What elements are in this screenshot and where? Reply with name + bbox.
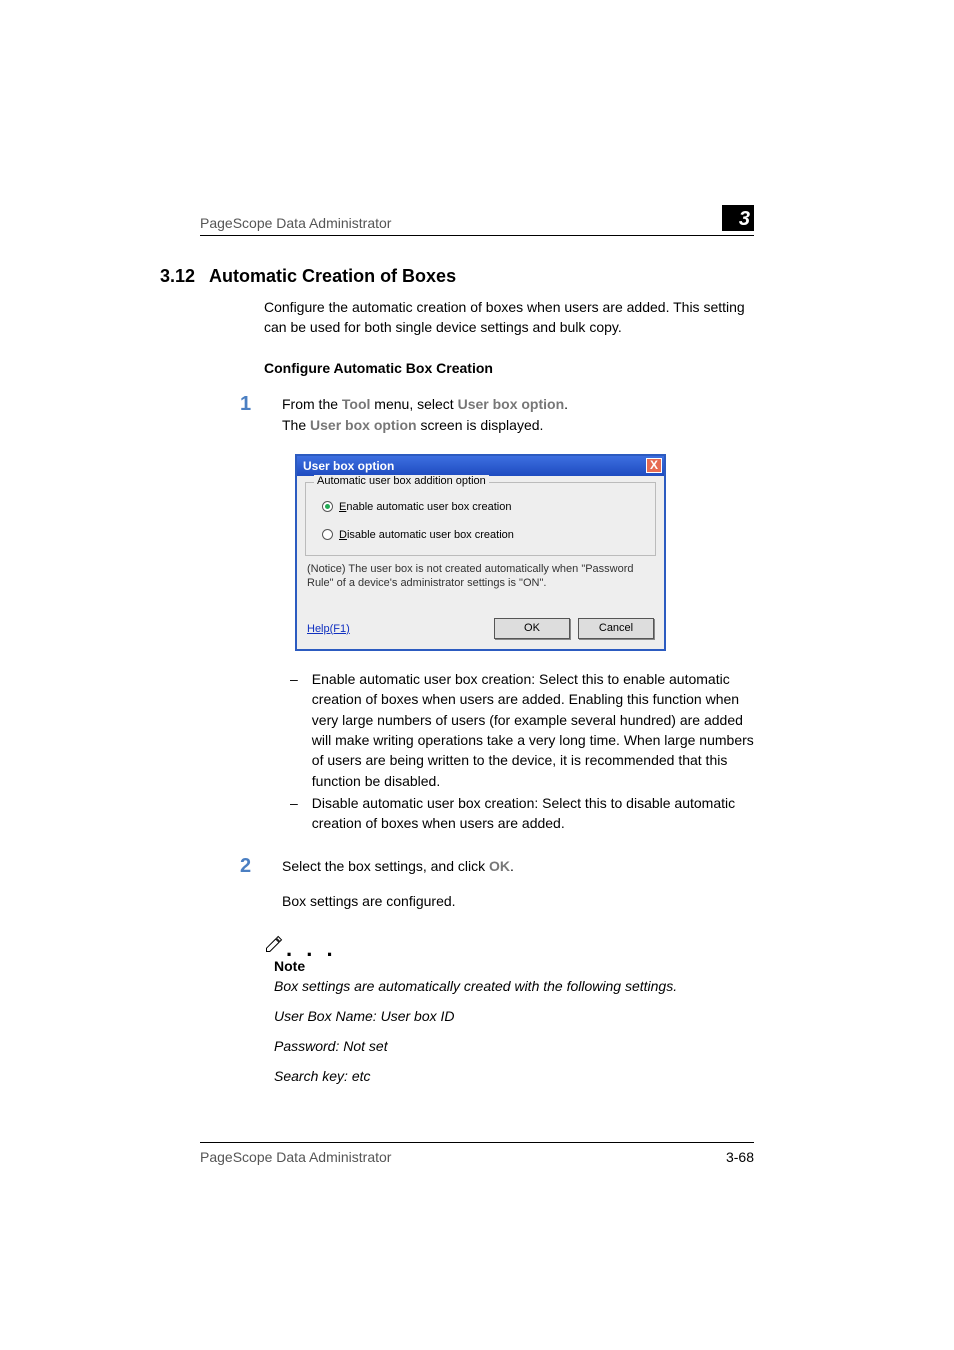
screen-name-user-box-option: User box option	[310, 417, 417, 433]
section-heading: 3.12 Automatic Creation of Boxes	[160, 266, 754, 287]
menu-name-tool: Tool	[342, 396, 371, 412]
note-line-3: Password: Not set	[274, 1038, 754, 1054]
user-box-option-dialog: User box option X Automatic user box add…	[295, 454, 666, 652]
radio-label: Enable automatic user box creation	[339, 501, 511, 513]
dialog-footer: Help(F1) OK Cancel	[305, 618, 656, 641]
step-1-body: From the Tool menu, select User box opti…	[282, 394, 754, 436]
text-fragment: The	[282, 417, 310, 433]
note-dots: . . .	[286, 944, 337, 954]
page-footer: PageScope Data Administrator 3-68	[200, 1142, 754, 1165]
footer-title: PageScope Data Administrator	[200, 1149, 391, 1165]
radio-label: Disable automatic user box creation	[339, 529, 514, 541]
text-fragment: nable automatic user box creation	[346, 501, 511, 513]
bullet-text: Enable automatic user box creation: Sele…	[312, 669, 754, 791]
section-number: 3.12	[160, 266, 195, 287]
groupbox-auto-addition: Automatic user box addition option Enabl…	[305, 482, 656, 556]
accelerator-char: D	[339, 529, 347, 541]
button-name-ok: OK	[489, 858, 510, 874]
close-icon: X	[650, 458, 658, 472]
footer-page-number: 3-68	[726, 1149, 754, 1165]
dialog-titlebar: User box option X	[297, 456, 664, 476]
section-intro: Configure the automatic creation of boxe…	[264, 297, 754, 338]
dialog-title: User box option	[303, 459, 394, 473]
close-button[interactable]: X	[646, 458, 662, 473]
note-block: . . . Note Box settings are automaticall…	[264, 934, 754, 1084]
ok-button[interactable]: OK	[494, 618, 570, 639]
note-line-4: Search key: etc	[274, 1068, 754, 1084]
chapter-badge: 3	[722, 205, 754, 231]
radio-enable-creation[interactable]: Enable automatic user box creation	[316, 501, 645, 513]
step-number: 2	[240, 856, 260, 926]
step-2-body: Select the box settings, and click OK. B…	[282, 856, 754, 926]
step-1: 1 From the Tool menu, select User box op…	[240, 394, 754, 436]
bullet-text: Disable automatic user box creation: Sel…	[312, 793, 754, 834]
page-header: PageScope Data Administrator 3	[200, 205, 754, 236]
text-fragment: Select the box settings, and click	[282, 858, 489, 874]
groupbox-legend: Automatic user box addition option	[314, 475, 489, 487]
step-2-result: Box settings are configured.	[282, 891, 754, 912]
text-fragment: menu, select	[370, 396, 457, 412]
section-title: Automatic Creation of Boxes	[209, 266, 754, 287]
header-title: PageScope Data Administrator	[200, 215, 391, 231]
note-label: Note	[274, 958, 754, 974]
cancel-button[interactable]: Cancel	[578, 618, 654, 639]
text-fragment: From the	[282, 396, 342, 412]
list-item: – Enable automatic user box creation: Se…	[290, 669, 754, 791]
note-line-1: Box settings are automatically created w…	[274, 978, 754, 994]
bullet-dash: –	[290, 793, 298, 834]
radio-icon	[322, 529, 333, 540]
note-icon	[264, 934, 284, 954]
step-number: 1	[240, 394, 260, 436]
text-fragment: .	[510, 858, 514, 874]
text-fragment: isable automatic user box creation	[347, 529, 514, 541]
note-line-2: User Box Name: User box ID	[274, 1008, 754, 1024]
text-fragment: .	[564, 396, 568, 412]
list-item: – Disable automatic user box creation: S…	[290, 793, 754, 834]
text-fragment: screen is displayed.	[417, 417, 544, 433]
dialog-notice: (Notice) The user box is not created aut…	[307, 562, 654, 591]
button-group: OK Cancel	[486, 618, 654, 639]
radio-disable-creation[interactable]: Disable automatic user box creation	[316, 529, 645, 541]
subsection-heading: Configure Automatic Box Creation	[264, 360, 754, 376]
dialog-screenshot: User box option X Automatic user box add…	[295, 454, 754, 652]
note-icon-row: . . .	[264, 934, 754, 954]
step-2: 2 Select the box settings, and click OK.…	[240, 856, 754, 926]
radio-icon	[322, 501, 333, 512]
menu-item-user-box-option: User box option	[458, 396, 565, 412]
help-link[interactable]: Help(F1)	[307, 623, 350, 635]
bullet-dash: –	[290, 669, 298, 791]
option-explanation-list: – Enable automatic user box creation: Se…	[290, 669, 754, 833]
dialog-body: Automatic user box addition option Enabl…	[297, 476, 664, 650]
